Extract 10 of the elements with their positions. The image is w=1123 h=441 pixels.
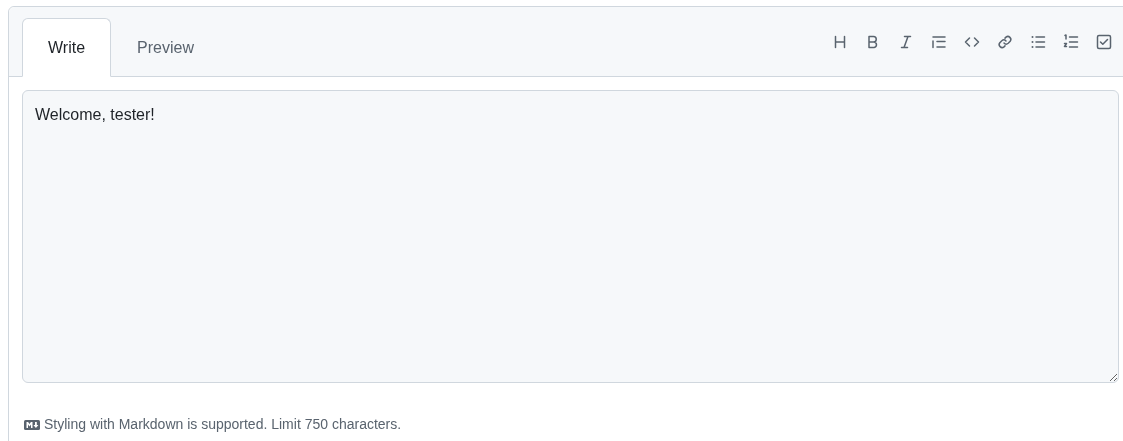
tab[interactable]: Write xyxy=(22,18,112,77)
help-text: Styling with Markdown is supported. Limit 750 characters. xyxy=(44,415,402,434)
bullet-list-icon xyxy=(1029,33,1046,50)
quote-icon xyxy=(930,33,947,50)
checkbox-icon xyxy=(1095,33,1112,50)
markdown-icon xyxy=(24,419,40,430)
tab[interactable]: Preview xyxy=(111,18,220,77)
link-icon xyxy=(996,33,1013,50)
numbered-list-icon xyxy=(1062,33,1079,50)
text-area[interactable]: Welcome, tester! xyxy=(22,90,1119,383)
